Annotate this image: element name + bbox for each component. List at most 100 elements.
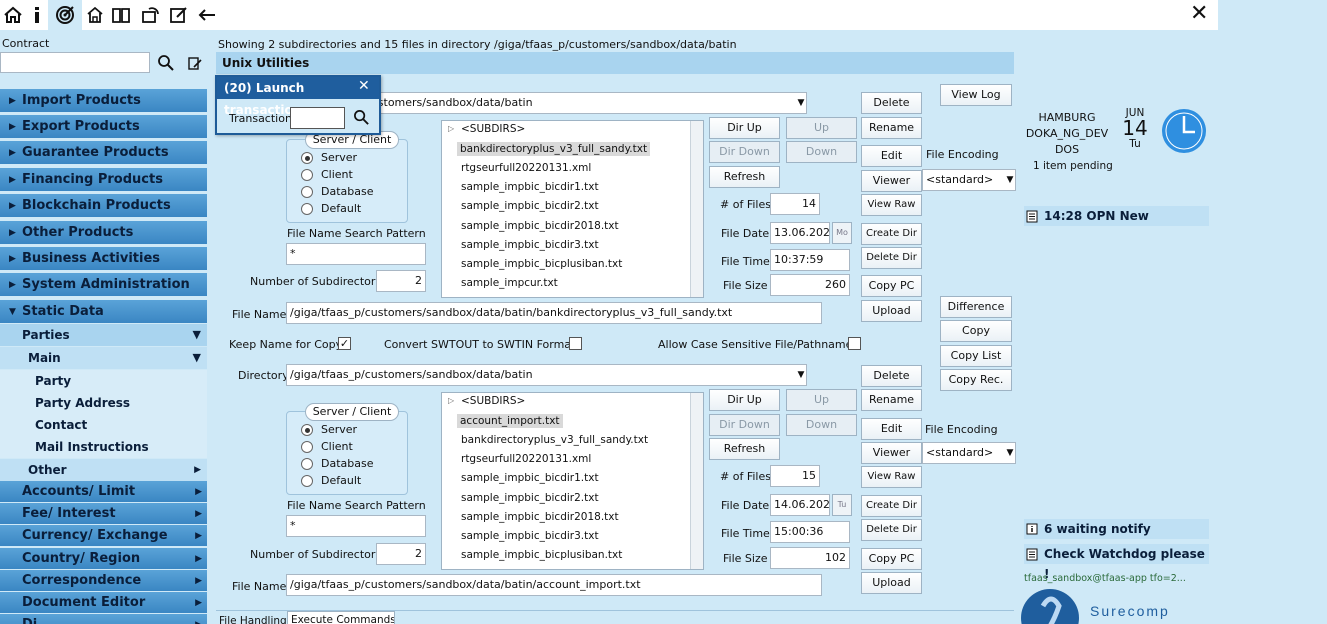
bottom-file-item[interactable]: sample_impbic_bicplusiban.txt [461,549,622,561]
top-delete-button[interactable]: Delete [861,92,922,114]
top-down-button[interactable]: Down [786,141,857,163]
nav-bottom-item-2[interactable]: Currency/ Exchange ▶ [0,525,207,547]
bottom-deletedir-button[interactable]: Delete Dir [861,519,922,541]
top-radio-2[interactable] [301,186,313,198]
nav-parties[interactable]: Parties ▼ [0,324,207,346]
top-viewer-button[interactable]: Viewer [861,170,922,192]
top-filename-input[interactable]: /giga/tfaas_p/customers/sandbox/data/bat… [286,302,822,324]
keep-name-checkbox[interactable]: ✓ [338,337,351,350]
opn-new-item[interactable]: 14:28 OPN New [1024,206,1209,226]
top-radio-3[interactable] [301,203,313,215]
bottom-createdir-button[interactable]: Create Dir [861,495,922,517]
top-edit-button[interactable]: Edit [861,145,922,167]
top-deletedir-button[interactable]: Delete Dir [861,247,922,269]
calendar-icon[interactable]: Mo [832,222,852,244]
nav-item-4[interactable]: ▶ Blockchain Products [0,194,207,218]
copy-button[interactable]: Copy [940,320,1012,342]
top-copypc-button[interactable]: Copy PC [861,275,922,297]
bottom-edit-button[interactable]: Edit [861,418,922,440]
edit-icon[interactable] [166,2,192,28]
nav-main[interactable]: Main ▼ [0,347,207,369]
nav-leaf-party-address[interactable]: Party Address [0,392,207,414]
view-log-button[interactable]: View Log [940,84,1012,106]
top-createdir-button[interactable]: Create Dir [861,223,922,245]
difference-button[interactable]: Difference [940,296,1012,318]
hand-house-icon[interactable] [82,2,108,28]
top-refresh-button[interactable]: Refresh [709,166,780,188]
home-icon[interactable] [0,2,26,28]
chevron-down-icon[interactable]: ▼ [795,364,807,386]
tab-execute-commands[interactable]: Execute Commands [287,611,395,624]
top-upload-button[interactable]: Upload [861,300,922,322]
top-radio-1[interactable] [301,169,313,181]
allow-case-checkbox[interactable] [848,337,861,350]
bottom-down-button[interactable]: Down [786,414,857,436]
top-file-item[interactable]: sample_impcur.txt [461,277,558,289]
nav-bottom-item-6[interactable]: Di... ▶ [0,614,207,624]
bottom-file-item[interactable]: sample_impbic_bicdir2.txt [461,492,599,504]
watchdog-item[interactable]: Check Watchdog please ! [1024,544,1209,581]
bottom-viewer-button[interactable]: Viewer [861,442,922,464]
bottom-up-button[interactable]: Up [786,389,857,411]
chevron-down-icon[interactable]: ▼ [795,92,807,114]
nav-leaf-party[interactable]: Party [0,370,207,392]
scrollbar[interactable] [690,393,703,569]
nav-bottom-item-1[interactable]: Fee/ Interest ▶ [0,503,207,525]
top-file-item[interactable]: sample_impbic_bicdir2.txt [461,200,599,212]
copy-rec-button[interactable]: Copy Rec. [940,369,1012,391]
target-icon[interactable] [48,0,82,30]
top-rename-button[interactable]: Rename [861,117,922,139]
info-icon[interactable] [24,2,50,28]
notes-icon[interactable] [187,55,203,74]
bottom-copypc-button[interactable]: Copy PC [861,548,922,570]
search-icon[interactable] [157,54,175,75]
chevron-down-icon[interactable]: ▼ [1004,442,1016,464]
bottom-dir-down-button[interactable]: Dir Down [709,414,780,436]
bottom-file-item[interactable]: <SUBDIRS> [461,395,525,407]
popup-transaction-input[interactable] [290,107,345,129]
book-icon[interactable] [108,2,134,28]
expand-icon[interactable]: ▷ [448,124,454,133]
nav-item-3[interactable]: ▶ Financing Products [0,168,207,192]
top-file-item[interactable]: sample_impbic_bicdir2018.txt [461,220,619,232]
bottom-file-item[interactable]: rtgseurfull20220131.xml [461,453,591,465]
nav-bottom-item-0[interactable]: Accounts/ Limit ▶ [0,481,207,503]
bottom-filename-input[interactable]: /giga/tfaas_p/customers/sandbox/data/bat… [286,574,822,596]
bottom-file-item[interactable]: sample_impbic_bicdir3.txt [461,530,599,542]
bottom-pattern-input[interactable]: * [286,515,426,537]
top-file-item[interactable]: sample_impbic_bicdir3.txt [461,239,599,251]
nav-item-6[interactable]: ▶ Business Activities [0,247,207,271]
nav-bottom-item-3[interactable]: Country/ Region ▶ [0,548,207,570]
nav-item-8[interactable]: ▼ Static Data [0,300,207,324]
calendar-icon[interactable]: Tu [832,494,852,516]
nav-item-1[interactable]: ▶ Export Products [0,115,207,139]
contract-input[interactable] [0,52,150,73]
convert-checkbox[interactable] [569,337,582,350]
top-file-item[interactable]: bankdirectoryplus_v3_full_sandy.txt [457,142,651,157]
refresh-grid-icon[interactable] [137,2,163,28]
bottom-file-item[interactable]: sample_impbic_bicdir1.txt [461,472,599,484]
expand-icon[interactable]: ▷ [448,396,454,405]
nav-item-5[interactable]: ▶ Other Products [0,221,207,245]
bottom-delete-button[interactable]: Delete [861,365,922,387]
search-icon[interactable] [353,109,370,129]
bottom-radio-2[interactable] [301,458,313,470]
bottom-viewraw-button[interactable]: View Raw [861,466,922,488]
nav-bottom-item-5[interactable]: Document Editor ▶ [0,592,207,614]
nav-leaf-contact[interactable]: Contact [0,414,207,436]
bottom-refresh-button[interactable]: Refresh [709,438,780,460]
bottom-directory-select[interactable]: /giga/tfaas_p/customers/sandbox/data/bat… [286,364,807,386]
nav-leaf-mail-instructions[interactable]: Mail Instructions [0,436,207,458]
bottom-file-item[interactable]: account_import.txt [457,414,563,429]
top-encoding-select[interactable]: <standard> [922,169,1016,191]
chevron-down-icon[interactable]: ▼ [1004,169,1016,191]
bottom-file-item[interactable]: bankdirectoryplus_v3_full_sandy.txt [461,434,648,446]
back-arrow-icon[interactable] [194,2,220,28]
nav-other[interactable]: Other ▶ [0,459,207,481]
bottom-radio-1[interactable] [301,441,313,453]
top-dir-down-button[interactable]: Dir Down [709,141,780,163]
top-dir-up-button[interactable]: Dir Up [709,117,780,139]
bottom-dir-up-button[interactable]: Dir Up [709,389,780,411]
top-file-item[interactable]: rtgseurfull20220131.xml [461,162,591,174]
nav-item-2[interactable]: ▶ Guarantee Products [0,141,207,165]
